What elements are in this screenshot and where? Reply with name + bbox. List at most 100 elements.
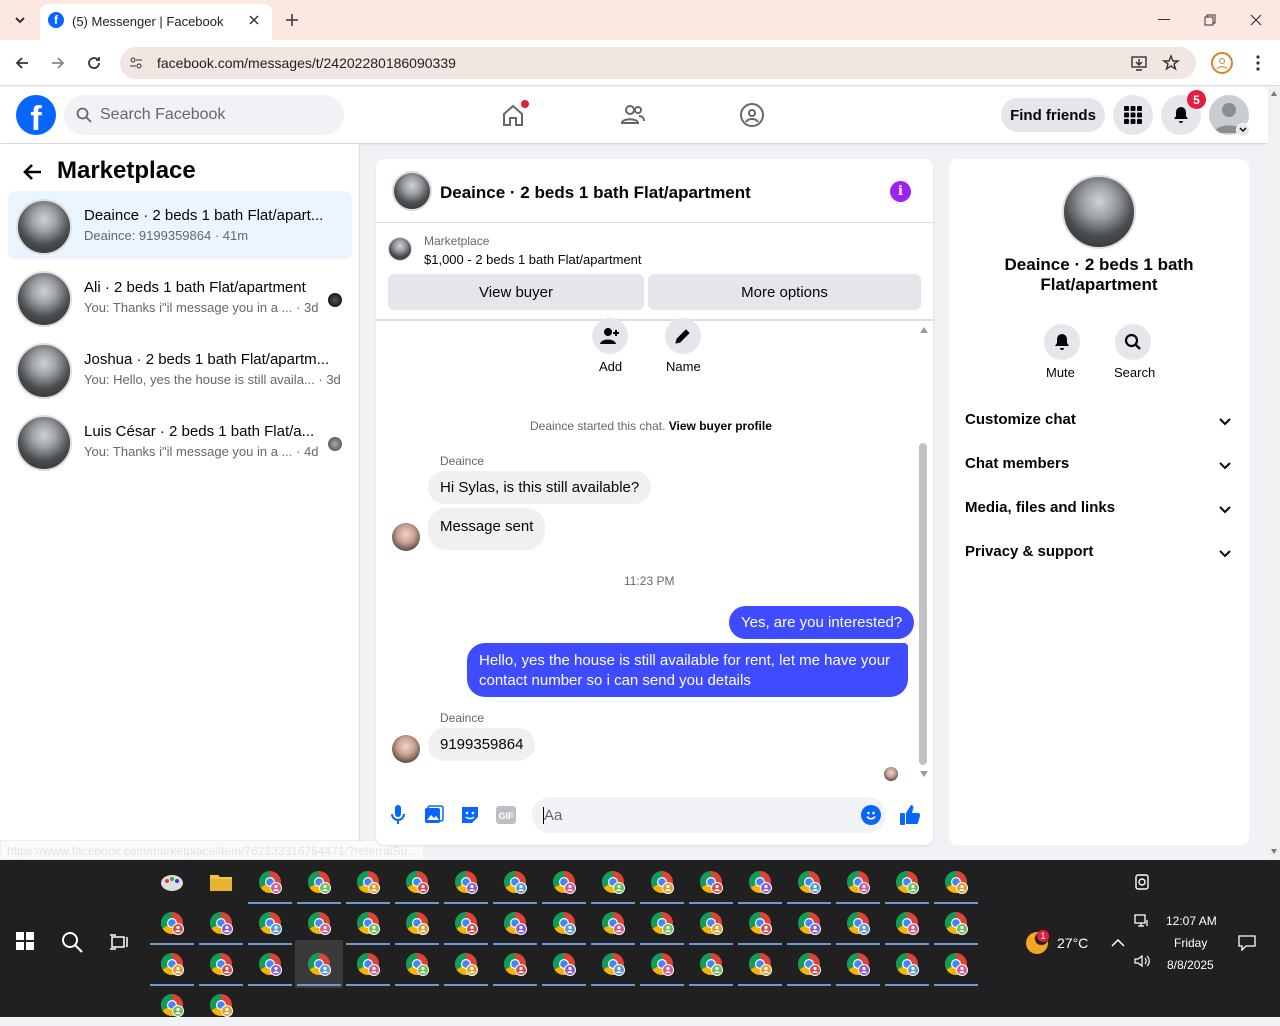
mute-bell-icon[interactable] — [1044, 324, 1080, 360]
chrome-profile-taskbar-icon[interactable] — [493, 866, 537, 904]
install-app-icon[interactable] — [1130, 54, 1148, 72]
task-view-icon[interactable] — [106, 928, 134, 956]
address-bar[interactable]: facebook.com/messages/t/2420228018609033… — [120, 47, 1196, 79]
bookmark-star-icon[interactable] — [1162, 54, 1180, 72]
chrome-profile-taskbar-icon[interactable] — [640, 866, 684, 904]
chat-header-title[interactable]: Deaince · 2 beds 1 bath Flat/apartment — [440, 183, 751, 203]
conversation-item[interactable]: Ali · 2 beds 1 bath Flat/apartment You: … — [8, 263, 352, 331]
chrome-profile-taskbar-icon[interactable] — [591, 907, 635, 945]
chrome-profile-taskbar-icon[interactable] — [346, 866, 390, 904]
hidden-icons-chevron-icon[interactable] — [1108, 934, 1128, 952]
search-facebook-field[interactable]: Search Facebook — [64, 95, 344, 135]
chrome-profile-taskbar-icon[interactable] — [836, 948, 880, 986]
privacy-support-section[interactable]: Privacy & support — [965, 543, 1233, 567]
sticker-icon[interactable] — [460, 804, 480, 826]
thumbs-up-icon[interactable] — [898, 802, 922, 828]
listing-price[interactable]: $1,000 - 2 beds 1 bath Flat/apartment — [424, 252, 642, 267]
menu-grid-icon[interactable] — [1113, 95, 1153, 135]
sender-avatar[interactable] — [392, 523, 420, 551]
chrome-profile-taskbar-icon[interactable] — [738, 907, 782, 945]
paint-taskbar-icon[interactable] — [156, 866, 188, 898]
forward-arrow-icon[interactable] — [46, 51, 70, 75]
incoming-message[interactable]: 9199359864 — [428, 728, 536, 761]
info-icon[interactable]: i — [890, 181, 911, 202]
chrome-profile-taskbar-icon[interactable] — [395, 866, 439, 904]
chrome-profile-taskbar-icon[interactable] — [395, 948, 439, 986]
chat-listing-avatar[interactable] — [392, 171, 432, 211]
chrome-profile-taskbar-icon[interactable] — [542, 948, 586, 986]
media-files-links-section[interactable]: Media, files and links — [965, 499, 1233, 523]
close-window-icon[interactable] — [1242, 10, 1270, 30]
microphone-icon[interactable] — [388, 804, 408, 826]
clock-time[interactable]: 12:07 AM — [1166, 914, 1217, 928]
chrome-profile-taskbar-icon[interactable] — [591, 948, 635, 986]
chrome-profile-taskbar-icon[interactable] — [787, 866, 831, 904]
chrome-profile-taskbar-icon[interactable] — [640, 907, 684, 945]
meet-now-icon[interactable] — [1132, 872, 1152, 892]
chrome-profile-taskbar-icon[interactable] — [444, 866, 488, 904]
outgoing-message[interactable]: Yes, are you interested? — [729, 606, 915, 639]
chrome-profile-taskbar-icon[interactable] — [346, 907, 390, 945]
chrome-profile-taskbar-icon[interactable] — [444, 907, 488, 945]
restore-window-icon[interactable] — [1196, 10, 1224, 30]
chrome-profile-taskbar-icon[interactable] — [444, 948, 488, 986]
new-tab-icon[interactable] — [282, 8, 302, 32]
chrome-profile-taskbar-icon[interactable] — [248, 907, 292, 945]
message-composer-input[interactable]: Aa — [532, 797, 886, 833]
conversation-item[interactable]: Luis César · 2 beds 1 bath Flat/a... You… — [8, 407, 352, 475]
chrome-profile-taskbar-icon[interactable] — [885, 907, 929, 945]
page-scrollbar[interactable] — [1268, 87, 1280, 860]
weather-temperature[interactable]: 27°C — [1057, 935, 1088, 951]
browser-tab-messenger[interactable]: f (5) Messenger | Facebook — [40, 4, 272, 40]
incoming-message[interactable]: Hi Sylas, is this still available? — [428, 471, 652, 504]
chrome-profile-taskbar-icon[interactable] — [787, 948, 831, 986]
incoming-message[interactable]: Message sent — [428, 508, 546, 550]
chrome-profile-taskbar-icon[interactable] — [689, 866, 733, 904]
chrome-profile-taskbar-icon[interactable] — [689, 948, 733, 986]
tab-search-chevron-icon[interactable] — [8, 8, 32, 32]
chrome-profile-taskbar-icon[interactable] — [542, 907, 586, 945]
back-arrow-icon[interactable] — [18, 158, 46, 186]
volume-icon[interactable] — [1133, 952, 1151, 970]
chrome-profile-taskbar-icon[interactable] — [640, 948, 684, 986]
site-info-icon[interactable] — [128, 55, 144, 71]
find-friends-button[interactable]: Find friends — [1001, 98, 1105, 132]
action-center-icon[interactable] — [1236, 932, 1258, 954]
chrome-profile-taskbar-icon[interactable] — [738, 948, 782, 986]
photo-icon[interactable] — [424, 804, 444, 826]
facebook-logo-icon[interactable]: f — [16, 95, 56, 138]
search-icon[interactable] — [1115, 324, 1151, 360]
chrome-profile-taskbar-icon[interactable] — [934, 907, 978, 945]
chrome-profile-taskbar-icon[interactable] — [787, 907, 831, 945]
reload-icon[interactable] — [82, 51, 106, 75]
profile-icon[interactable] — [1211, 52, 1233, 74]
chat-scrollbar[interactable] — [917, 323, 929, 781]
chrome-profile-taskbar-icon[interactable] — [297, 866, 341, 904]
chrome-profile-taskbar-icon[interactable] — [738, 866, 782, 904]
chrome-profile-taskbar-icon[interactable] — [248, 948, 292, 986]
chrome-profile-taskbar-icon[interactable] — [297, 907, 341, 945]
chrome-profile-taskbar-icon[interactable] — [395, 907, 439, 945]
gif-icon[interactable]: GIF — [496, 804, 516, 826]
taskbar-search-icon[interactable] — [58, 928, 86, 956]
chrome-profile-taskbar-icon[interactable] — [346, 948, 390, 986]
pencil-icon[interactable] — [665, 318, 701, 354]
chrome-profile-taskbar-icon[interactable] — [248, 866, 292, 904]
browser-menu-icon[interactable] — [1248, 52, 1268, 74]
clock-date[interactable]: 8/8/2025 — [1167, 958, 1214, 972]
sender-avatar[interactable] — [392, 735, 420, 763]
clock-day[interactable]: Friday — [1174, 936, 1207, 950]
chrome-profile-taskbar-icon[interactable] — [689, 907, 733, 945]
more-options-button[interactable]: More options — [648, 274, 921, 310]
close-tab-icon[interactable] — [246, 12, 262, 28]
outgoing-message[interactable]: Hello, yes the house is still available … — [467, 643, 908, 697]
chrome-profile-taskbar-icon[interactable] — [150, 948, 194, 986]
chrome-profile-taskbar-icon[interactable] — [295, 940, 343, 988]
chrome-profile-taskbar-icon[interactable] — [199, 907, 243, 945]
chrome-profile-taskbar-icon[interactable] — [199, 948, 243, 986]
chrome-profile-taskbar-icon[interactable] — [150, 907, 194, 945]
add-person-icon[interactable] — [592, 318, 628, 354]
network-icon[interactable] — [1133, 912, 1151, 930]
minimize-window-icon[interactable] — [1150, 10, 1178, 30]
chrome-profile-taskbar-icon[interactable] — [885, 948, 929, 986]
